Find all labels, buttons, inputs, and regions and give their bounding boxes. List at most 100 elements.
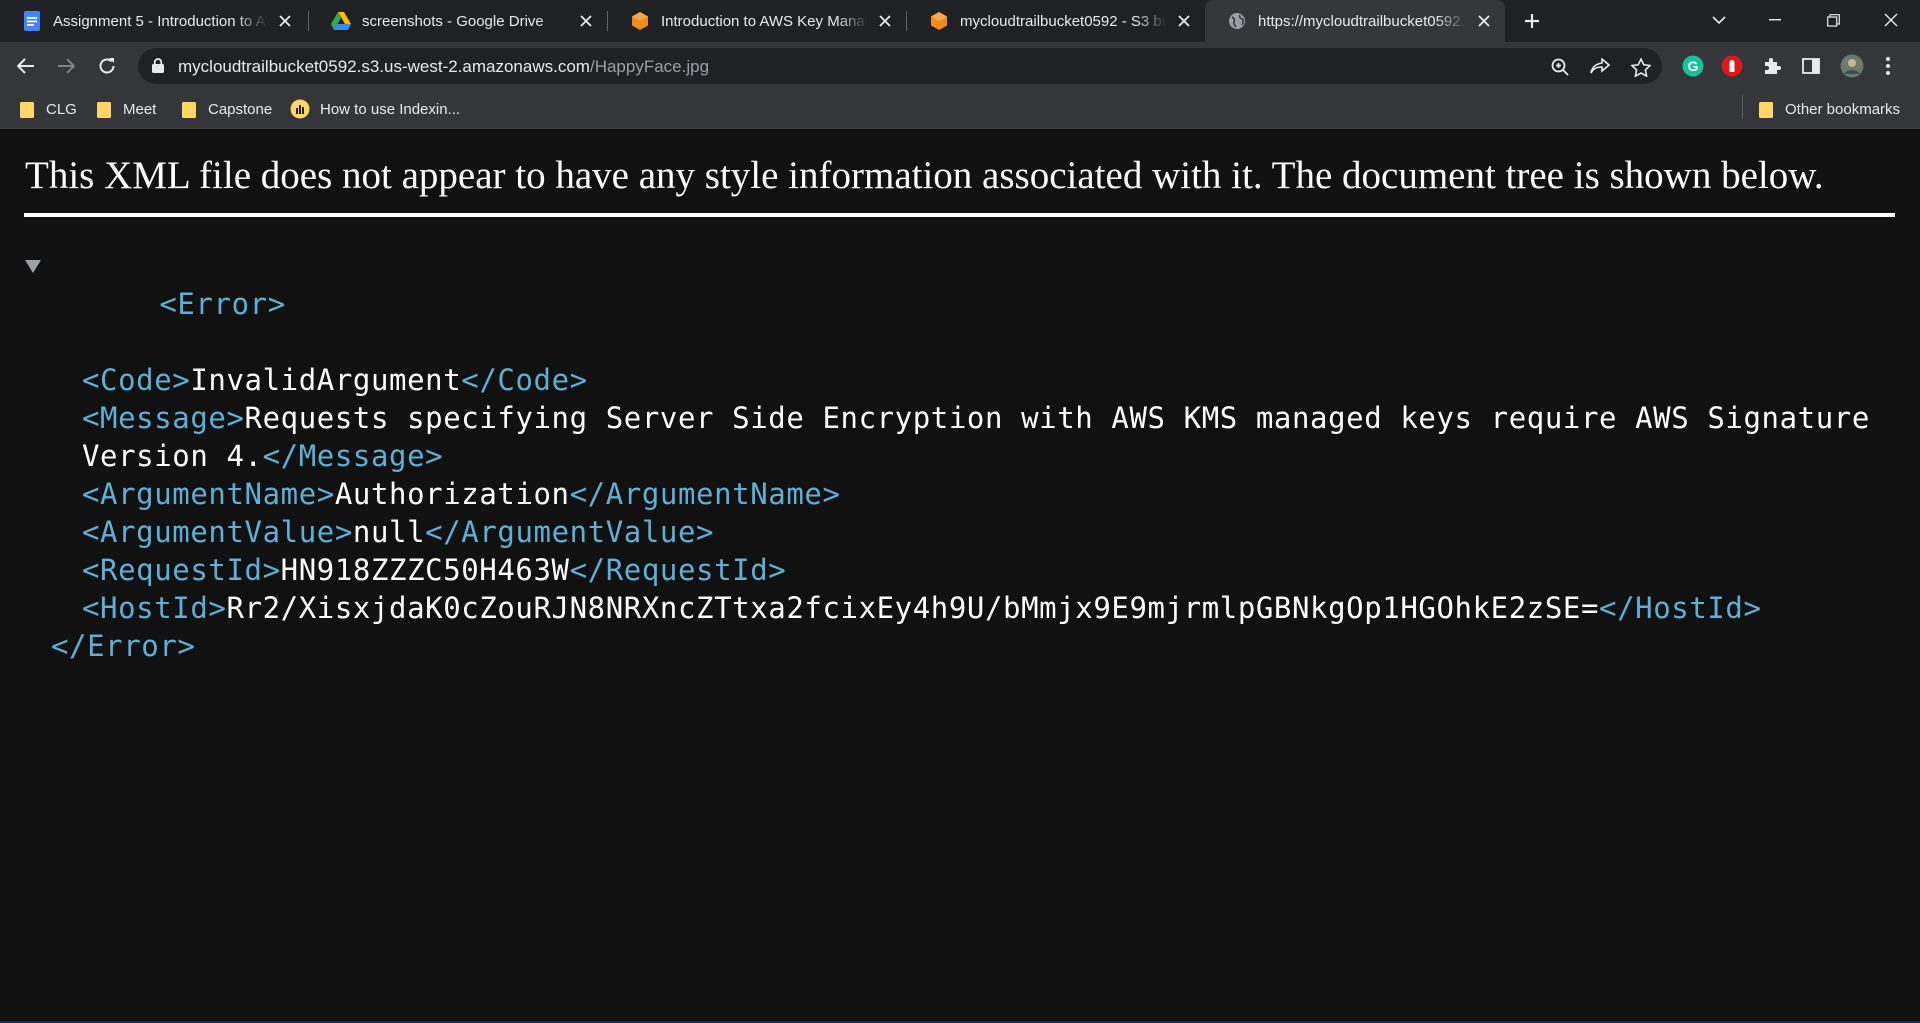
svg-text:G: G: [1688, 58, 1699, 74]
xml-request-id-line: <RequestId>HN918ZZZC50H463W</RequestId>: [24, 551, 1894, 589]
xml-tag: </Message>: [262, 439, 444, 473]
collapse-triangle-icon[interactable]: [24, 247, 46, 285]
xml-root-open-line: <Error>: [24, 247, 1894, 361]
lock-icon[interactable]: [152, 58, 164, 78]
xml-argument-name-value: Authorization: [334, 477, 570, 511]
xml-argument-name-line: <ArgumentName>Authorization</ArgumentNam…: [24, 475, 1894, 513]
share-icon[interactable]: [1589, 56, 1611, 78]
grammarly-icon[interactable]: G: [1681, 54, 1705, 78]
xml-argument-value-value: null: [352, 515, 426, 549]
xml-host-id-value: Rr2/XisxjdaK0cZouRJN8NRXncZTtxa2fcixEy4h…: [226, 591, 1600, 625]
new-tab-button[interactable]: [1519, 8, 1545, 34]
tab-s3-bucket[interactable]: mycloudtrailbucket0592 - S3 bucket: [907, 0, 1205, 42]
tab-title: https://mycloudtrailbucket0592.s3.us-wes…: [1258, 12, 1467, 30]
aws-icon: [630, 11, 650, 31]
more-menu-icon[interactable]: [1876, 54, 1900, 78]
close-icon[interactable]: [1473, 10, 1495, 32]
side-panel-icon[interactable]: [1799, 54, 1823, 78]
xml-tag: </Error>: [51, 629, 196, 663]
extensions-puzzle-icon[interactable]: [1760, 54, 1784, 78]
tab-happyface-active[interactable]: https://mycloudtrailbucket0592.s3.us-wes…: [1205, 0, 1505, 42]
bookmark-meet[interactable]: Meet: [97, 98, 156, 120]
close-icon[interactable]: [575, 10, 597, 32]
site-icon: [290, 99, 310, 119]
folder-icon: [97, 102, 111, 118]
xml-style-notice: This XML file does not appear to have an…: [25, 154, 1824, 197]
close-icon: [1884, 13, 1898, 27]
xml-tag: <ArgumentName>: [82, 477, 335, 511]
plus-icon: [1525, 14, 1539, 28]
bookmarks-bar: CLG Meet Capstone How to use Indexin... …: [0, 90, 1920, 129]
arrow-left-icon: [17, 58, 34, 74]
folder-icon: [20, 102, 34, 118]
close-icon[interactable]: [874, 10, 896, 32]
close-window-button[interactable]: [1868, 0, 1914, 40]
tab-title: mycloudtrailbucket0592 - S3 bucket: [960, 12, 1167, 30]
page-content: This XML file does not appear to have an…: [0, 129, 1920, 1023]
xml-code-value: InvalidArgument: [190, 363, 462, 397]
minimize-button[interactable]: [1752, 0, 1798, 40]
bookmark-label: CLG: [46, 100, 77, 118]
tab-title: Introduction to AWS Key Management Servi…: [661, 12, 868, 30]
other-bookmarks[interactable]: Other bookmarks: [1759, 98, 1900, 120]
xml-tag: </ArgumentValue>: [425, 515, 715, 549]
xml-message-value: Requests specifying Server Side Encrypti…: [244, 401, 1870, 435]
xml-message-value-cont: Version 4.: [82, 439, 263, 473]
xml-argument-value-line: <ArgumentValue>null</ArgumentValue>: [24, 513, 1894, 551]
google-docs-icon: [22, 11, 42, 31]
bookmark-clg[interactable]: CLG: [20, 98, 77, 120]
url-text[interactable]: mycloudtrailbucket0592.s3.us-west-2.amaz…: [178, 57, 709, 77]
folder-icon: [182, 102, 196, 118]
profile-avatar[interactable]: [1840, 54, 1864, 78]
bookmark-label: Capstone: [208, 100, 273, 118]
bookmark-capstone[interactable]: Capstone: [182, 98, 272, 120]
xml-code-line: <Code>InvalidArgument</Code>: [24, 361, 1894, 399]
xml-tag: <Error>: [159, 287, 286, 321]
chevron-down-icon: [1712, 15, 1726, 24]
folder-icon: [1759, 102, 1773, 118]
xml-root-close-line: </Error>: [24, 627, 1894, 665]
tab-strip: Assignment 5 - Introduction to AWS Key M…: [0, 0, 1920, 42]
zoom-icon[interactable]: [1549, 56, 1571, 78]
bookmark-label: Meet: [123, 100, 157, 118]
xml-message-line: <Message>Requests specifying Server Side…: [24, 399, 1894, 437]
restore-button[interactable]: [1810, 0, 1856, 40]
tab-assignment-5[interactable]: Assignment 5 - Introduction to AWS Key M…: [0, 0, 306, 42]
address-bar[interactable]: mycloudtrailbucket0592.s3.us-west-2.amaz…: [138, 48, 1662, 84]
forward-button[interactable]: [50, 50, 82, 82]
xml-tag: <ArgumentValue>: [82, 515, 353, 549]
tab-google-drive[interactable]: screenshots - Google Drive: [309, 0, 607, 42]
xml-tag: </RequestId>: [569, 553, 787, 587]
blocker-extension-icon[interactable]: [1720, 54, 1744, 78]
xml-tag: <HostId>: [82, 591, 227, 625]
xml-message-line-2: Version 4.</Message>: [24, 437, 1894, 475]
tab-title: Assignment 5 - Introduction to AWS Key M…: [53, 12, 268, 30]
globe-icon: [1227, 11, 1247, 31]
google-drive-icon: [331, 11, 351, 31]
tab-search-button[interactable]: [1696, 0, 1742, 40]
back-button[interactable]: [10, 50, 42, 82]
xml-tag: </HostId>: [1599, 591, 1762, 625]
xml-tag: <RequestId>: [82, 553, 281, 587]
xml-tag: </ArgumentName>: [569, 477, 841, 511]
bookmark-indexing[interactable]: How to use Indexin...: [290, 98, 460, 120]
tab-title: screenshots - Google Drive: [362, 12, 544, 30]
xml-host-id-line: <HostId>Rr2/XisxjdaK0cZouRJN8NRXncZTtxa2…: [24, 589, 1894, 627]
notice-divider: [24, 213, 1895, 217]
close-icon[interactable]: [1173, 10, 1195, 32]
reload-button[interactable]: [91, 50, 123, 82]
tab-aws-kms[interactable]: Introduction to AWS Key Management Servi…: [608, 0, 906, 42]
bookmark-label: How to use Indexin...: [320, 100, 461, 118]
bookmark-star-icon[interactable]: [1630, 56, 1652, 78]
xml-request-id-value: HN918ZZZC50H463W: [280, 553, 570, 587]
close-icon[interactable]: [274, 10, 296, 32]
toolbar: mycloudtrailbucket0592.s3.us-west-2.amaz…: [0, 42, 1920, 90]
arrow-right-icon: [58, 58, 75, 74]
url-path: /HappyFace.jpg: [589, 57, 710, 76]
restore-icon: [1826, 13, 1840, 27]
xml-tag: <Code>: [82, 363, 191, 397]
reload-icon: [99, 58, 115, 74]
url-host: mycloudtrailbucket0592.s3.us-west-2.amaz…: [178, 57, 590, 76]
aws-icon: [929, 11, 949, 31]
other-bookmarks-label: Other bookmarks: [1785, 100, 1901, 118]
